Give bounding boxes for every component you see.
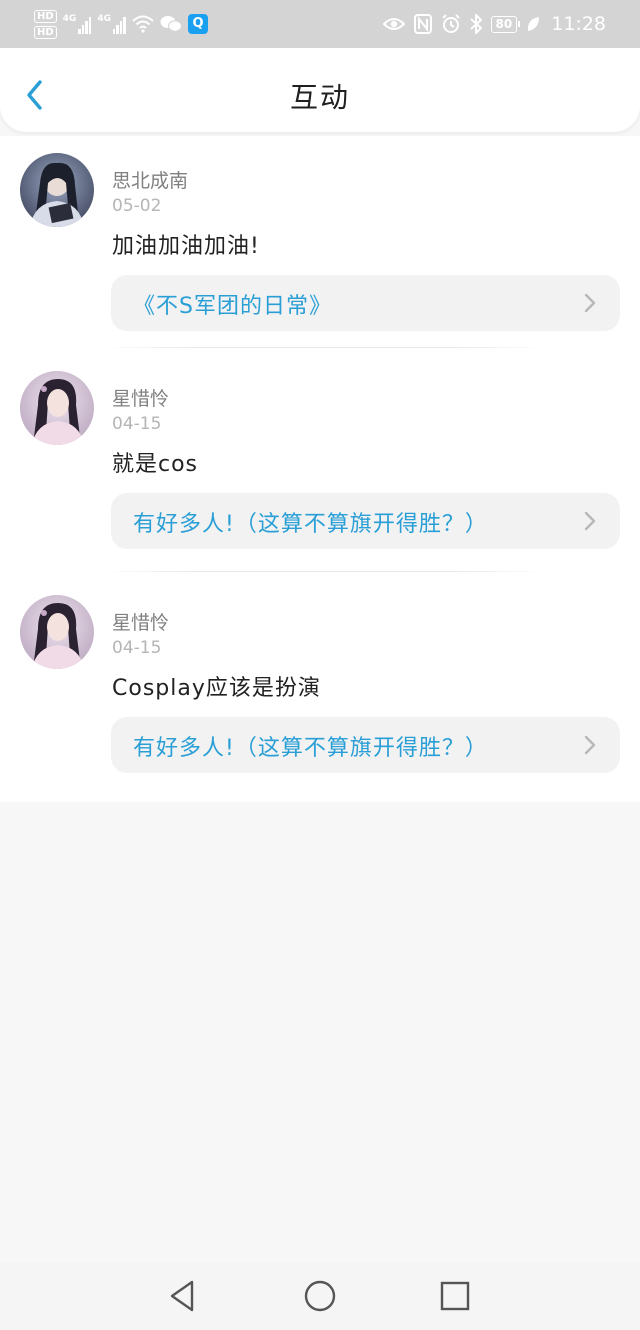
comment-date: 04-15 bbox=[112, 414, 162, 434]
divider bbox=[104, 347, 544, 348]
referenced-post-title: 有好多人!（这算不算旗开得胜？） bbox=[133, 512, 488, 537]
signal-icon: 4G bbox=[97, 14, 126, 34]
battery-icon: 80 bbox=[490, 15, 520, 33]
network-type-label: 4G bbox=[62, 14, 77, 24]
bluetooth-icon bbox=[469, 14, 482, 34]
back-triangle-icon[interactable] bbox=[166, 1278, 202, 1314]
list-item: 星惜怜 04-15 就是cos 有好多人!（这算不算旗开得胜？） bbox=[0, 354, 640, 578]
hd-icon: HD bbox=[34, 25, 57, 39]
signal-icon: 4G bbox=[63, 14, 92, 34]
divider bbox=[104, 571, 544, 572]
avatar[interactable] bbox=[20, 153, 94, 227]
interaction-list: 思北成南 05-02 加油加油加油! 《不S军团的日常》 星惜怜 04-15 就… bbox=[0, 136, 640, 802]
clock-time: 11:28 bbox=[551, 13, 606, 35]
referenced-post-link[interactable]: 有好多人!（这算不算旗开得胜？） bbox=[111, 717, 620, 773]
network-type-label: 4G bbox=[97, 14, 111, 24]
home-circle-icon[interactable] bbox=[302, 1278, 338, 1314]
wifi-icon bbox=[132, 15, 154, 33]
status-left-icons: HD HD 4G 4G Q bbox=[34, 6, 208, 42]
avatar[interactable] bbox=[20, 371, 94, 445]
status-right-icons: 80 11:28 bbox=[382, 12, 606, 36]
eye-icon bbox=[382, 18, 405, 30]
username[interactable]: 思北成南 bbox=[112, 166, 188, 193]
wechat-icon bbox=[160, 16, 182, 32]
leaf-icon bbox=[528, 17, 540, 31]
hd-icon: HD bbox=[34, 9, 57, 23]
comment-text: 加油加油加油! bbox=[112, 234, 260, 259]
referenced-post-title: 有好多人!（这算不算旗开得胜？） bbox=[133, 736, 488, 761]
list-item: 思北成南 05-02 加油加油加油! 《不S军团的日常》 bbox=[0, 136, 640, 354]
referenced-post-link[interactable]: 有好多人!（这算不算旗开得胜？） bbox=[111, 493, 620, 549]
hd-icons: HD HD bbox=[34, 9, 57, 39]
list-item: 星惜怜 04-15 Cosplay应该是扮演 有好多人!（这算不算旗开得胜？） bbox=[0, 578, 640, 802]
referenced-post-link[interactable]: 《不S军团的日常》 bbox=[111, 275, 620, 331]
chevron-right-icon bbox=[584, 735, 596, 755]
comment-text: Cosplay应该是扮演 bbox=[112, 676, 321, 701]
comment-text: 就是cos bbox=[112, 452, 199, 477]
alarm-icon bbox=[441, 14, 460, 33]
status-bar: HD HD 4G 4G Q 80 11:28 bbox=[0, 0, 640, 48]
avatar[interactable] bbox=[20, 595, 94, 669]
system-navigation-bar bbox=[0, 1262, 640, 1330]
username[interactable]: 星惜怜 bbox=[112, 608, 169, 635]
chevron-right-icon bbox=[584, 293, 596, 313]
app-notification-icon: Q bbox=[187, 14, 208, 34]
username[interactable]: 星惜怜 bbox=[112, 384, 169, 411]
comment-date: 05-02 bbox=[112, 196, 162, 216]
referenced-post-title: 《不S军团的日常》 bbox=[133, 294, 332, 319]
comment-date: 04-15 bbox=[112, 638, 162, 658]
nfc-icon bbox=[413, 14, 432, 34]
page-header: 互动 bbox=[0, 48, 640, 132]
chevron-right-icon bbox=[584, 511, 596, 531]
page-title: 互动 bbox=[289, 81, 350, 114]
recents-square-icon[interactable] bbox=[437, 1278, 473, 1314]
